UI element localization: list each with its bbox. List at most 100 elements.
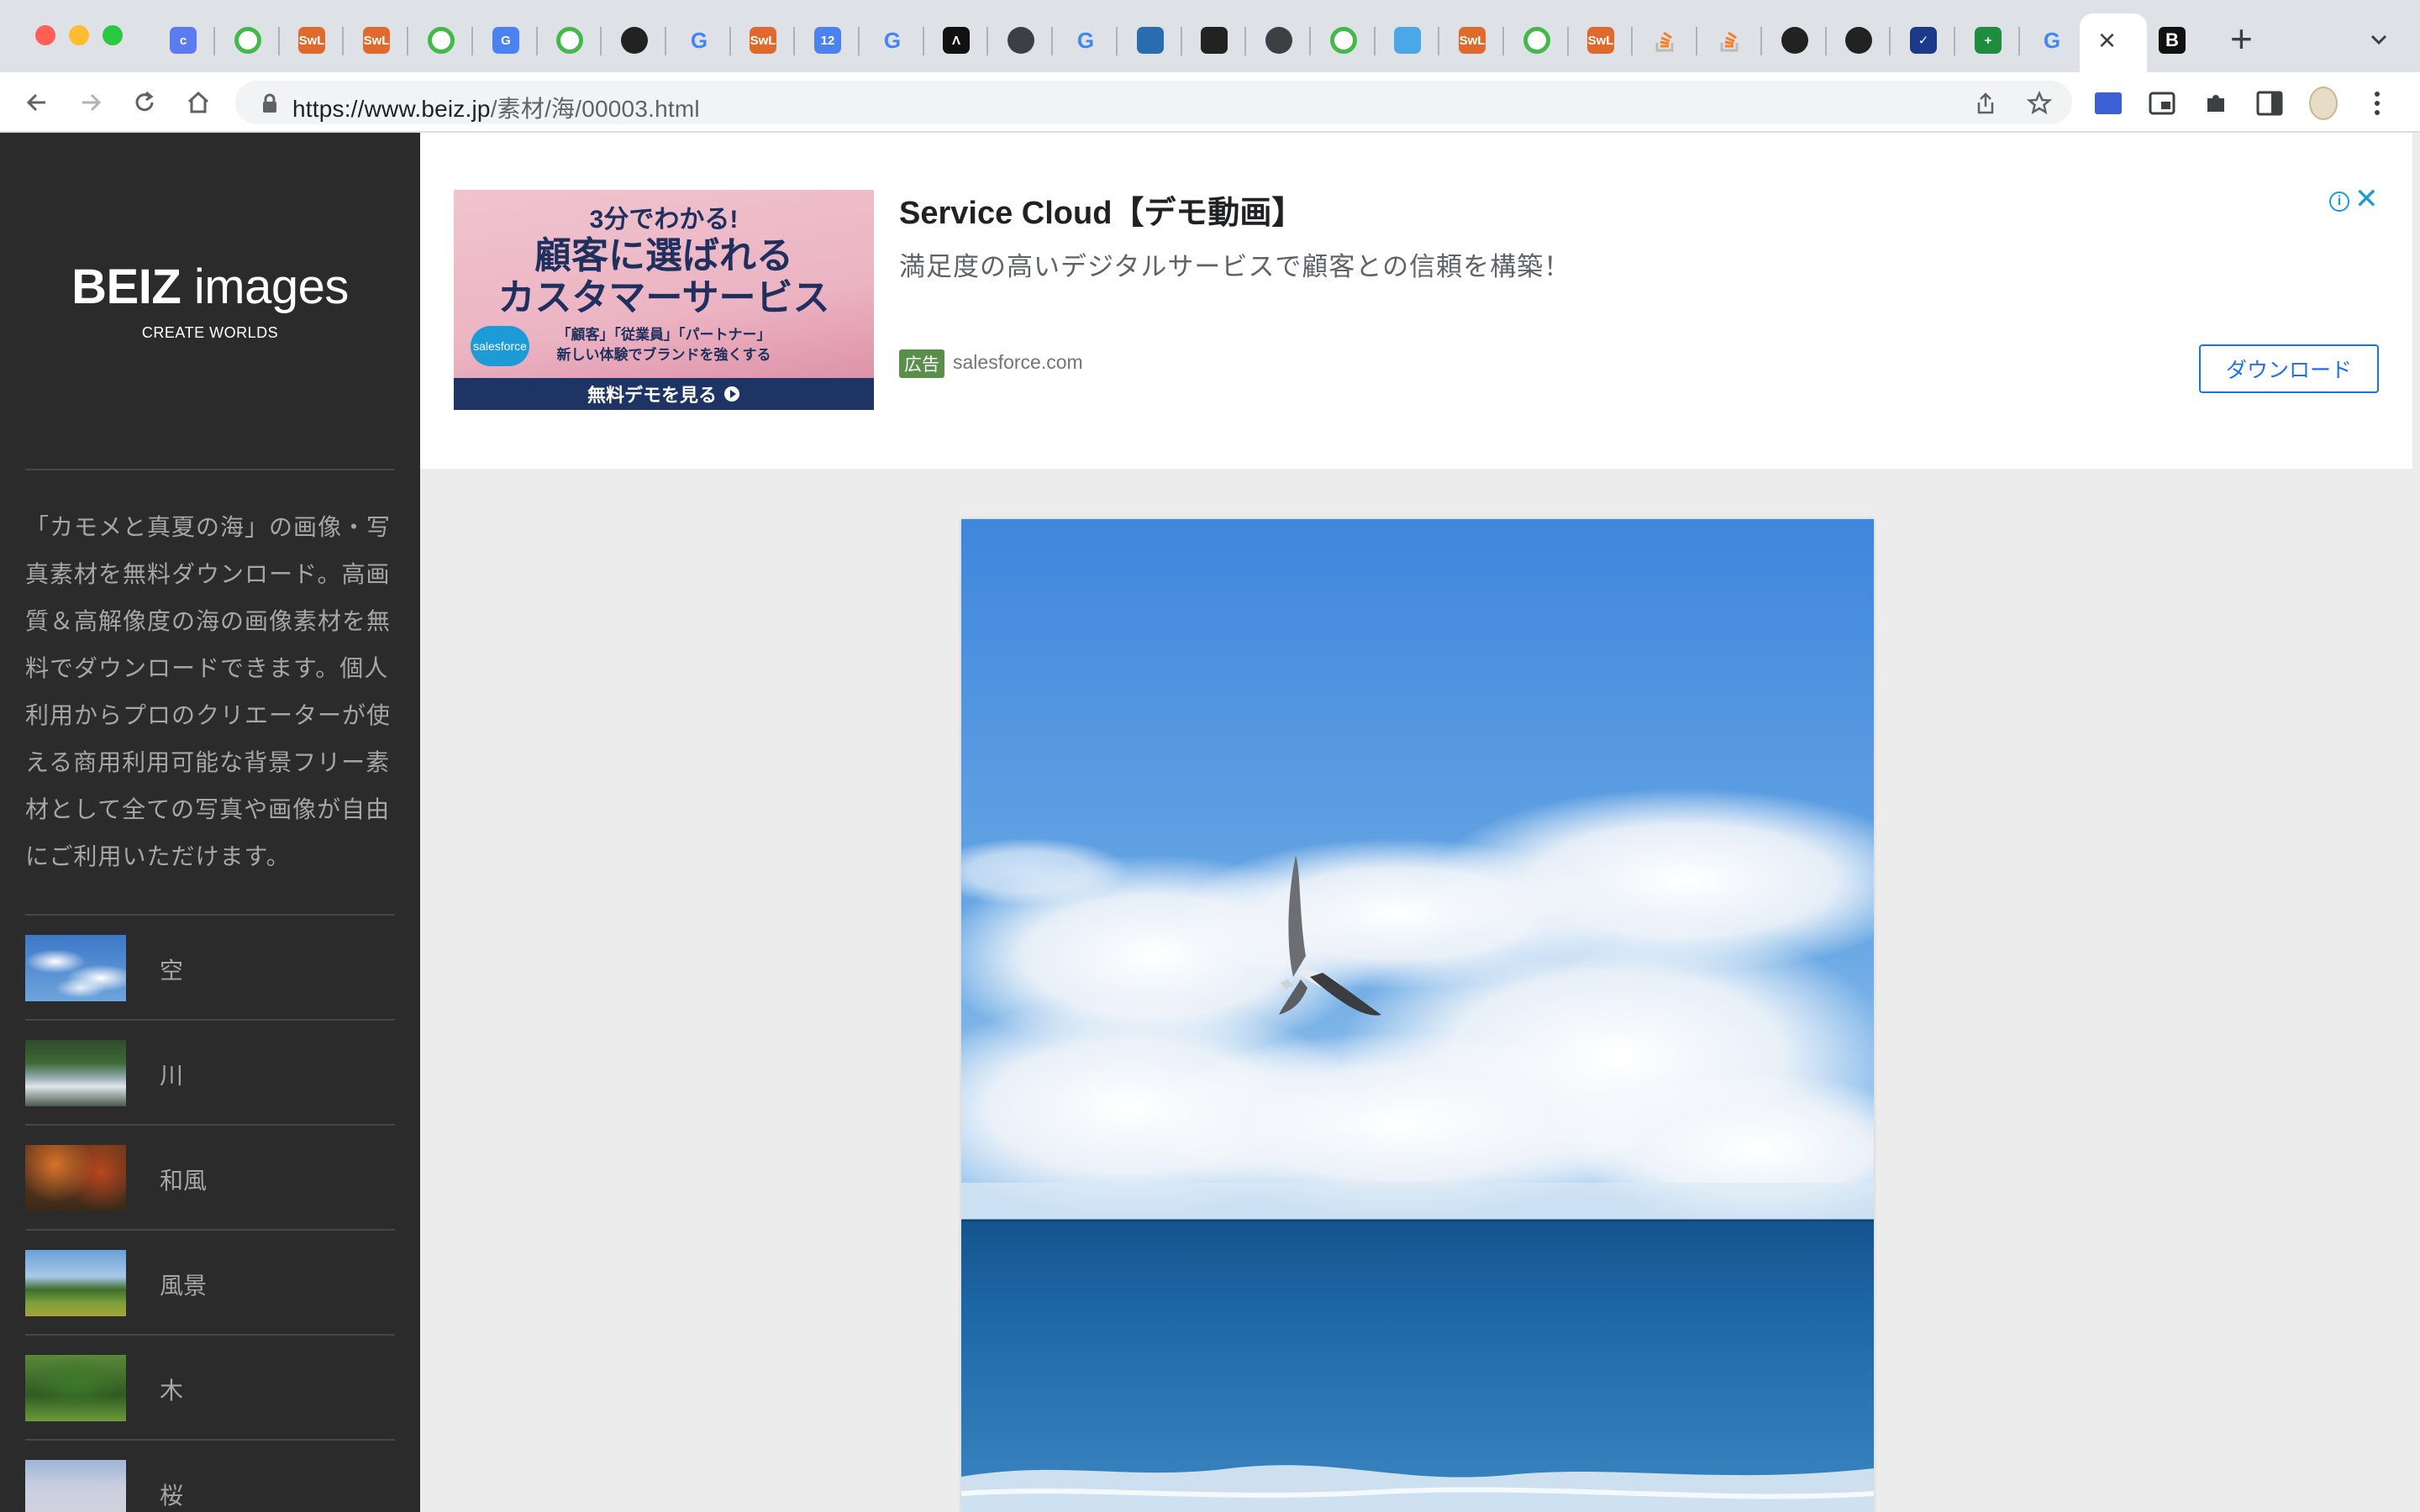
tab-separator bbox=[536, 27, 538, 55]
tab-b-icon[interactable]: B bbox=[2159, 27, 2186, 54]
checkmark-icon[interactable]: ✓ bbox=[1910, 27, 1937, 54]
main-photo-seagull-sea[interactable] bbox=[961, 519, 1874, 1512]
new-tab-button[interactable]: + bbox=[2230, 18, 2253, 59]
tab-separator bbox=[793, 27, 795, 55]
window-minimize-button[interactable] bbox=[69, 25, 89, 45]
url-text[interactable]: https://www.beiz.jp/素材/海/00003.html bbox=[292, 91, 700, 124]
google-translate-icon[interactable]: G bbox=[492, 27, 519, 54]
ad-title[interactable]: Service Cloud【デモ動画】 bbox=[899, 186, 1303, 233]
category-label: 和風 bbox=[160, 1168, 208, 1194]
tab-search-chevron-icon[interactable] bbox=[2368, 29, 2390, 50]
site-logo[interactable]: BEIZ images bbox=[0, 259, 420, 315]
info-icon[interactable] bbox=[1201, 27, 1228, 54]
reload-button[interactable] bbox=[129, 87, 160, 118]
category-thumbnail bbox=[25, 1355, 126, 1421]
ad-download-button[interactable]: ダウンロード bbox=[2199, 344, 2379, 393]
window-maximize-button[interactable] bbox=[103, 25, 123, 45]
github-icon[interactable] bbox=[1845, 27, 1872, 54]
category-item-tree[interactable]: 木 bbox=[25, 1336, 395, 1441]
globe-icon[interactable] bbox=[1007, 27, 1034, 54]
ad-banner-text: 3分でわかる! bbox=[589, 206, 739, 234]
green-circle-icon[interactable] bbox=[1330, 27, 1357, 54]
green-circle-icon[interactable] bbox=[428, 27, 455, 54]
address-bar[interactable]: https://www.beiz.jp/素材/海/00003.html bbox=[235, 81, 2072, 124]
swl-icon[interactable]: SwL bbox=[298, 27, 325, 54]
tab-separator bbox=[986, 27, 988, 55]
calendar-icon[interactable]: 12 bbox=[814, 27, 841, 54]
category-thumbnail bbox=[25, 935, 126, 1001]
green-circle-icon[interactable] bbox=[556, 27, 583, 54]
stackoverflow-icon[interactable] bbox=[1717, 27, 1744, 54]
green-circle-icon[interactable] bbox=[234, 27, 261, 54]
square-icon[interactable] bbox=[1137, 27, 1164, 54]
swl-icon[interactable]: SwL bbox=[1459, 27, 1486, 54]
category-item-river[interactable]: 川 bbox=[25, 1021, 395, 1126]
ad-banner-text: 「顧客」「従業員」「パートナー」 bbox=[556, 327, 771, 343]
side-panel-icon[interactable] bbox=[2255, 89, 2284, 118]
tab-separator bbox=[1954, 27, 1955, 55]
tab-separator bbox=[1181, 27, 1182, 55]
tab-separator bbox=[1051, 27, 1053, 55]
picture-in-picture-icon[interactable] bbox=[2148, 89, 2176, 118]
tab-separator bbox=[1438, 27, 1439, 55]
back-button[interactable] bbox=[22, 87, 52, 118]
tab-separator bbox=[1631, 27, 1633, 55]
tab-strip: c SwL SwL G G SwL 12 G Λ G SwL SwL ✓ + G × B + bbox=[0, 0, 2420, 72]
extension-blue-icon[interactable] bbox=[2094, 89, 2123, 118]
ad-banner-image[interactable]: 3分でわかる! 顧客に選ばれる カスタマーサービス salesforce 「顧客… bbox=[454, 190, 874, 410]
swl-icon[interactable]: SwL bbox=[750, 27, 776, 54]
sheets-icon[interactable]: + bbox=[1975, 27, 2002, 54]
tab-separator bbox=[1309, 27, 1311, 55]
tab-separator bbox=[213, 27, 215, 55]
home-icon bbox=[187, 91, 209, 113]
tab-separator bbox=[1889, 27, 1891, 55]
back-arrow-icon bbox=[26, 93, 45, 112]
c-icon[interactable]: c bbox=[170, 27, 197, 54]
tab-separator bbox=[1760, 27, 1762, 55]
category-item-cherry-blossom[interactable]: 桜 bbox=[25, 1441, 395, 1512]
category-thumbnail bbox=[25, 1250, 126, 1316]
ad-domain[interactable]: salesforce.com bbox=[953, 351, 1083, 374]
category-label: 木 bbox=[160, 1378, 184, 1404]
home-button[interactable] bbox=[183, 87, 213, 118]
extensions-puzzle-icon[interactable] bbox=[2202, 89, 2230, 118]
bookmark-star-icon[interactable] bbox=[2027, 91, 2052, 116]
google-icon[interactable]: G bbox=[1072, 27, 1099, 54]
category-label: 空 bbox=[160, 958, 184, 984]
category-item-sky[interactable]: 空 bbox=[25, 916, 395, 1021]
profile-avatar[interactable] bbox=[2309, 87, 2338, 120]
github-icon[interactable] bbox=[1781, 27, 1808, 54]
ad-description: 満足度の高いデジタルサービスで顧客との信頼を構築！ bbox=[899, 252, 1571, 281]
tab-close-icon[interactable]: × bbox=[2098, 25, 2116, 55]
ad-close-icon[interactable]: ✕ bbox=[2354, 185, 2379, 213]
browser-menu-icon[interactable] bbox=[2363, 89, 2391, 118]
forward-button[interactable] bbox=[76, 87, 106, 118]
google-icon[interactable]: G bbox=[2039, 27, 2065, 54]
tab-separator bbox=[471, 27, 473, 55]
active-tab[interactable]: × bbox=[2080, 13, 2147, 72]
photo-image bbox=[961, 519, 1874, 1512]
tab-separator bbox=[342, 27, 344, 55]
stackoverflow-icon[interactable] bbox=[1652, 27, 1679, 54]
github-icon[interactable] bbox=[621, 27, 648, 54]
ad-banner-cta[interactable]: 無料デモを見る bbox=[454, 378, 874, 410]
window-close-button[interactable] bbox=[35, 25, 55, 45]
category-item-landscape[interactable]: 風景 bbox=[25, 1231, 395, 1336]
a-icon[interactable]: Λ bbox=[943, 27, 970, 54]
tab-separator bbox=[407, 27, 408, 55]
share-icon[interactable] bbox=[1973, 91, 1998, 116]
swl-icon[interactable]: SwL bbox=[363, 27, 390, 54]
globe-icon[interactable] bbox=[1265, 27, 1292, 54]
google-icon[interactable]: G bbox=[686, 27, 713, 54]
ad-info-icon[interactable]: i bbox=[2329, 192, 2349, 212]
reload-icon bbox=[135, 91, 154, 112]
edit-icon[interactable] bbox=[1394, 27, 1421, 54]
green-circle-icon[interactable] bbox=[1523, 27, 1550, 54]
google-icon[interactable]: G bbox=[879, 27, 906, 54]
tab-separator bbox=[729, 27, 731, 55]
lock-icon[interactable] bbox=[260, 93, 279, 113]
tab-separator bbox=[278, 27, 280, 55]
forward-arrow-icon bbox=[82, 93, 102, 112]
category-item-japanese-style[interactable]: 和風 bbox=[25, 1126, 395, 1231]
swl-icon[interactable]: SwL bbox=[1587, 27, 1614, 54]
